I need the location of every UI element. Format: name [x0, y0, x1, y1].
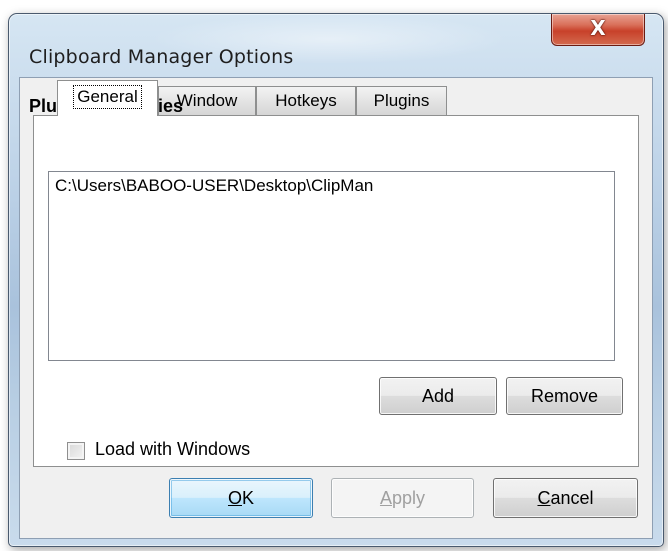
apply-mnemonic: A	[379, 488, 392, 508]
tab-general[interactable]: General	[57, 80, 158, 116]
plugin-directories-list[interactable]: C:\Users\BABOO-USER\Desktop\ClipMan	[48, 171, 615, 361]
apply-label-rest: pply	[391, 488, 426, 508]
tab-hotkeys[interactable]: Hotkeys	[256, 86, 356, 115]
remove-directory-button[interactable]: Remove	[506, 377, 623, 415]
ok-button[interactable]: OK	[169, 478, 313, 518]
close-button[interactable]: X	[551, 14, 645, 46]
load-with-windows-label[interactable]: Load with Windows	[95, 439, 250, 460]
tab-plugins[interactable]: Plugins	[356, 86, 447, 115]
dialog-window: Clipboard Manager Options X Window Hotke…	[8, 13, 664, 547]
load-with-windows-checkbox[interactable]	[67, 442, 85, 460]
ok-mnemonic: O	[227, 488, 242, 508]
cancel-mnemonic: C	[537, 488, 551, 508]
tab-general-label: General	[73, 85, 142, 109]
window-title: Clipboard Manager Options	[29, 46, 294, 68]
cancel-button[interactable]: Cancel	[493, 478, 638, 518]
ok-label-rest: K	[242, 488, 255, 508]
apply-button[interactable]: Apply	[331, 478, 474, 518]
add-directory-button[interactable]: Add	[379, 377, 497, 415]
cancel-label-rest: ancel	[550, 488, 594, 508]
list-item[interactable]: C:\Users\BABOO-USER\Desktop\ClipMan	[55, 176, 373, 196]
close-icon: X	[590, 16, 606, 40]
